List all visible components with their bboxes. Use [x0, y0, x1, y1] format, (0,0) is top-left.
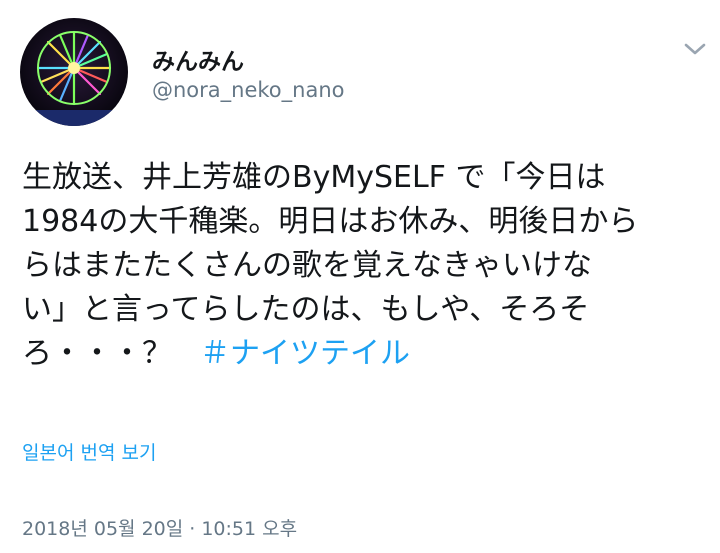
tweet-text: 生放送、井上芳雄のByMySELF で「今日は 1984の大千穐楽。明日はお休み…: [22, 156, 702, 376]
avatar[interactable]: [20, 18, 128, 126]
user-handle[interactable]: @nora_neko_nano: [152, 78, 345, 102]
tweet-line: ろ・・・？: [22, 336, 172, 371]
tweet-line: らはまたたくさんの歌を覚えなきゃいけな: [22, 248, 592, 283]
tweet-line: い」と言ってらしたのは、もしや、そろそ: [22, 292, 590, 327]
timestamp[interactable]: 2018년 05월 20일 · 10:51 오후: [22, 514, 297, 541]
avatar-ferris-wheel-image: [20, 18, 128, 126]
hashtag-link[interactable]: ＃ナイツテイル: [200, 336, 410, 371]
translate-link[interactable]: 일본어 번역 보기: [22, 438, 156, 465]
chevron-down-icon[interactable]: [683, 40, 707, 58]
display-name[interactable]: みんみん: [152, 42, 244, 76]
tweet-line: 生放送、井上芳雄のByMySELF で「今日は: [22, 160, 606, 195]
tweet-line-last: ろ・・・？ ＃ナイツテイル: [22, 332, 702, 376]
tweet-line: 1984の大千穐楽。明日はお休み、明後日から: [22, 204, 639, 239]
